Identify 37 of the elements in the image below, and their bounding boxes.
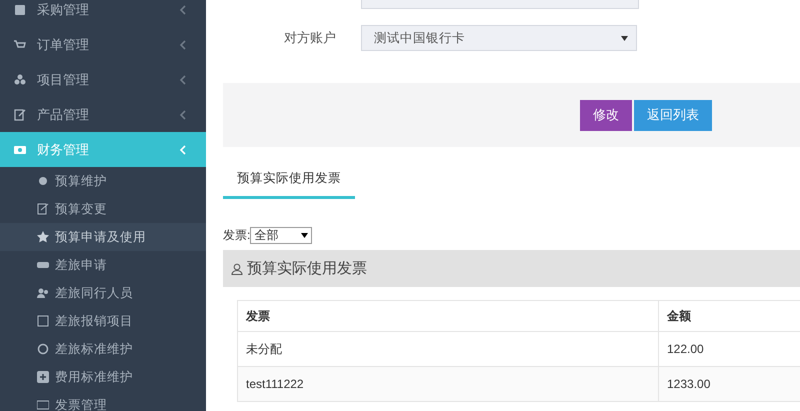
edit-icon: [37, 203, 49, 215]
box-icon: [13, 2, 27, 16]
star-icon: [37, 231, 49, 243]
sidebar-subitem[interactable]: 差旅报销项目: [0, 307, 206, 335]
sidebar-subitem[interactable]: 差旅同行人员: [0, 279, 206, 307]
edit-icon: [13, 108, 27, 122]
tab[interactable]: 预算实际使用发票: [223, 160, 355, 199]
sidebar-subitem[interactable]: 预算变更: [0, 195, 206, 223]
sidebar-subitem[interactable]: 差旅申请: [0, 251, 206, 279]
input-field[interactable]: [361, 0, 639, 9]
table-cell: 1233.00: [658, 366, 800, 402]
sidebar-item[interactable]: 项目管理: [0, 62, 206, 97]
filter-select[interactable]: 全部: [250, 227, 312, 244]
dropdown-arrow-icon: [621, 36, 628, 40]
user-icon: [231, 262, 243, 274]
cluster-icon: [13, 72, 27, 86]
edit-button[interactable]: 修改: [580, 100, 632, 130]
sidebar-item[interactable]: 订单管理: [0, 27, 206, 62]
sidebar-subitem[interactable]: 预算维护: [0, 167, 206, 195]
dropdown-arrow-icon: [301, 233, 308, 238]
sidebar-item[interactable]: 采购管理: [0, 0, 206, 27]
column-header: 金额: [658, 300, 800, 332]
select-field[interactable]: 测试中国银行卡: [361, 25, 637, 51]
panel-title: 预算实际使用发票: [247, 259, 367, 278]
sidebar-subitem[interactable]: 费用标准维护: [0, 363, 206, 391]
plus-square-icon: [37, 371, 49, 383]
field-label: 对方账户: [283, 29, 337, 47]
filter-label: 发票:: [223, 227, 250, 244]
people-icon: [37, 287, 49, 299]
square-icon: [37, 315, 49, 327]
table-cell: test111222: [238, 366, 658, 402]
sidebar-subitem[interactable]: 预算申请及使用: [0, 223, 206, 251]
back-button[interactable]: 返回列表: [634, 100, 712, 130]
sidebar-subitem[interactable]: 差旅标准维护: [0, 335, 206, 363]
sidebar-item[interactable]: 产品管理: [0, 97, 206, 132]
column-header: 发票: [238, 300, 658, 332]
sidebar-subitem[interactable]: 发票管理: [0, 391, 206, 411]
